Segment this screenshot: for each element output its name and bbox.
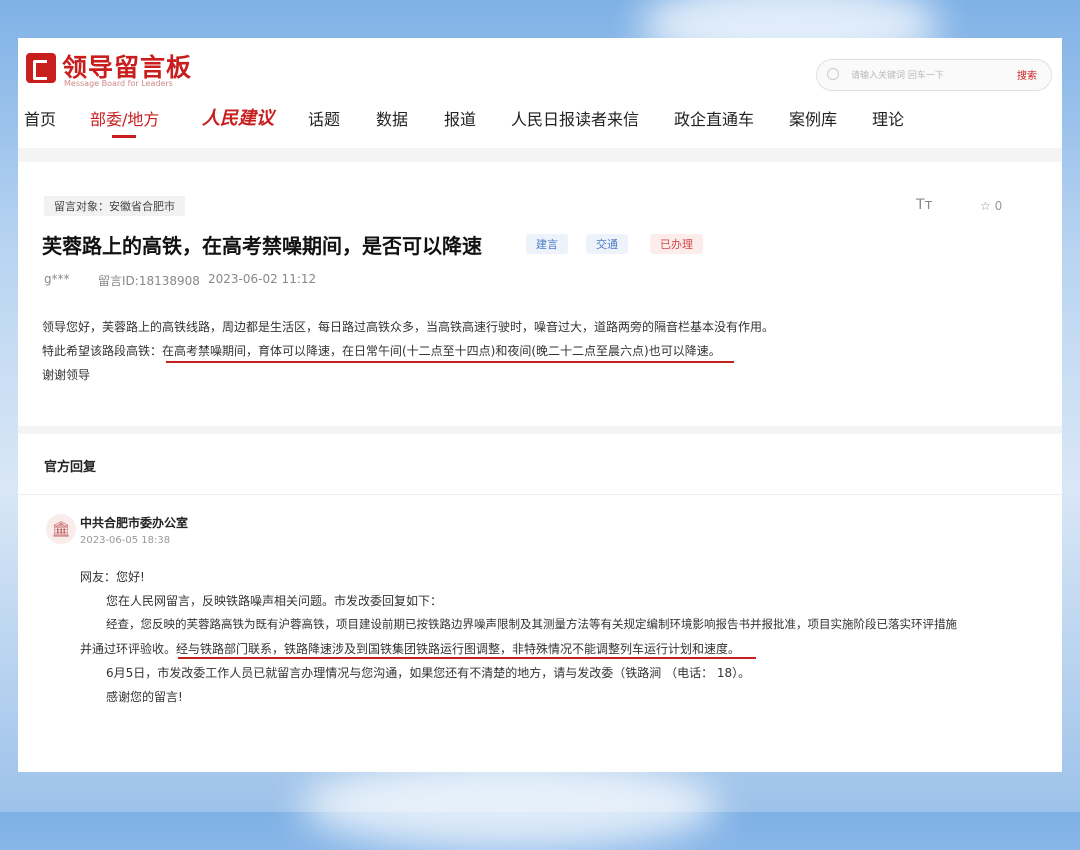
message-body-line: 特此希望该路段高铁：在高考禁噪期间，育体可以降速，在日常午间(十二点至十四点)和… xyxy=(42,344,721,358)
highlight-underline xyxy=(178,657,756,659)
tag-traffic[interactable]: 交通 xyxy=(586,234,628,254)
message-title: 芙蓉路上的高铁，在高考禁噪期间，是否可以降速 xyxy=(42,234,482,258)
reply-line: 网友：您好! xyxy=(80,570,145,584)
nav-data[interactable]: 数据 xyxy=(376,106,408,140)
tag-suggestion[interactable]: 建言 xyxy=(526,234,568,254)
reply-line: 并通过环评验收。经与铁路部门联系，铁路降速涉及到国铁集团铁路运行图调整，非特殊情… xyxy=(80,642,741,656)
favorite-button[interactable]: ☆ 0 xyxy=(980,199,1002,213)
nav-ministries-local[interactable]: 部委/地方 xyxy=(90,106,159,140)
search-button[interactable]: 搜索 xyxy=(1017,67,1037,82)
site-header: 领导留言板 Message Board for Leaders 请输入关键词 回… xyxy=(18,38,1062,148)
font-size-icon[interactable]: Tт xyxy=(916,197,933,213)
reply-time: 2023-06-05 18:38 xyxy=(80,535,171,546)
reply-line: 您在人民网留言，反映铁路噪声相关问题。市发改委回复如下： xyxy=(106,594,443,608)
logo-icon[interactable] xyxy=(26,53,56,83)
screenshot-page: 领导留言板 Message Board for Leaders 请输入关键词 回… xyxy=(18,38,1062,772)
message-time: 2023-06-02 11:12 xyxy=(208,272,317,286)
reply-line: 经查，您反映的芙蓉路高铁为既有沪蓉高铁，项目建设前期已按铁路边界噪声限制及其测量… xyxy=(106,617,957,631)
divider xyxy=(18,494,1062,495)
reply-line: 6月5日，市发改委工作人员已就留言办理情况与您沟通，如果您还有不清楚的地方，请与… xyxy=(106,666,751,680)
background-cloud xyxy=(300,760,720,850)
search-icon xyxy=(827,68,839,80)
government-building-icon: 🏛 xyxy=(46,514,76,544)
nav-readers-letters[interactable]: 人民日报读者来信 xyxy=(511,106,639,140)
message-body-line: 领导您好，芙蓉路上的高铁线路，周边都是生活区，每日路过高铁众多，当高铁高速行驶时… xyxy=(42,320,775,334)
highlight-underline xyxy=(166,361,734,363)
message-card: 留言对象：安徽省合肥市 Tт ☆ 0 芙蓉路上的高铁，在高考禁噪期间，是否可以降… xyxy=(18,162,1062,426)
official-reply-card: 官方回复 🏛 中共合肥市委办公室 2023-06-05 18:38 网友：您好!… xyxy=(18,434,1062,772)
reply-heading: 官方回复 xyxy=(44,460,97,475)
message-user: g*** xyxy=(44,272,70,286)
reply-organization: 中共合肥市委办公室 xyxy=(80,516,189,530)
message-body-line: 谢谢领导 xyxy=(42,368,91,382)
search-input[interactable]: 请输入关键词 回车一下 xyxy=(851,68,944,81)
nav-topics[interactable]: 话题 xyxy=(308,106,340,140)
nav-theory[interactable]: 理论 xyxy=(872,106,904,140)
site-logo-subtitle: Message Board for Leaders xyxy=(64,79,173,88)
nav-reports[interactable]: 报道 xyxy=(444,106,476,140)
message-id: 留言ID:18138908 xyxy=(98,274,200,288)
nav-people-suggestions[interactable]: 人民建议 xyxy=(202,104,274,138)
message-target: 留言对象：安徽省合肥市 xyxy=(44,196,185,216)
reply-line: 感谢您的留言! xyxy=(106,690,183,704)
status-badge: 已办理 xyxy=(650,234,703,254)
nav-case-library[interactable]: 案例库 xyxy=(789,106,837,140)
search-box[interactable]: 请输入关键词 回车一下 搜索 xyxy=(816,59,1052,91)
nav-enterprise-express[interactable]: 政企直通车 xyxy=(674,106,754,140)
nav-home[interactable]: 首页 xyxy=(24,106,56,140)
